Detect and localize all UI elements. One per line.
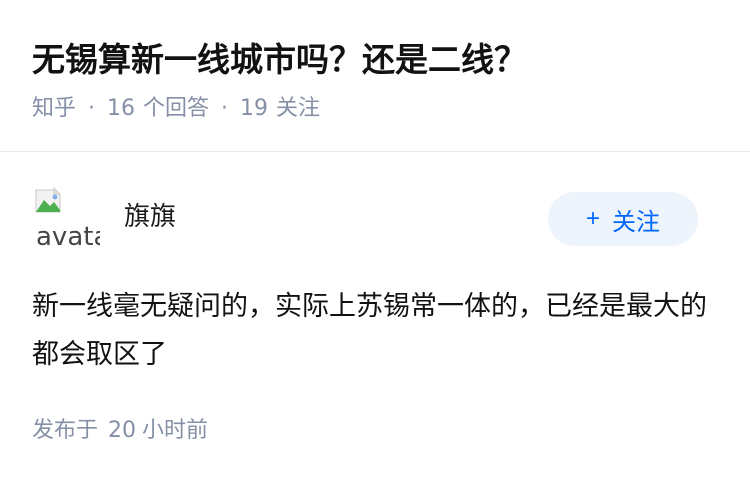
follow-button[interactable]: + 关注	[548, 192, 698, 246]
separator-dot: ·	[221, 96, 229, 121]
follower-count: 19 关注	[240, 96, 320, 121]
question-title[interactable]: 无锡算新一线城市吗？还是二线？	[32, 38, 527, 82]
follow-button-label: 关注	[612, 208, 660, 236]
answer-content[interactable]: 新一线毫无疑问的，实际上苏锡常一体的，已经是最大的都会取区了	[32, 283, 712, 379]
publish-time-value: 20	[108, 418, 137, 443]
avatar[interactable]: avatar	[32, 184, 100, 252]
separator-dot: ·	[88, 96, 96, 121]
divider	[0, 151, 750, 152]
author-row: avatar 旗旗 + 关注	[32, 184, 698, 254]
plus-icon: +	[585, 205, 600, 232]
follower-count-number: 19	[240, 96, 269, 121]
publish-time-suffix: 小时前	[142, 418, 209, 443]
avatar-alt-text: avatar	[36, 222, 100, 252]
author-name[interactable]: 旗旗	[124, 200, 176, 234]
publish-time-prefix: 发布于	[32, 418, 99, 443]
source-label[interactable]: 知乎	[32, 96, 76, 121]
answer-count[interactable]: 16 个回答	[107, 96, 209, 121]
publish-time: 发布于 20 小时前	[32, 416, 208, 446]
broken-image-icon	[35, 186, 61, 213]
follower-count-label: 关注	[276, 96, 321, 121]
question-meta: 知乎 · 16 个回答 · 19 关注	[32, 94, 320, 124]
answer-count-label: 个回答	[143, 96, 210, 121]
answer-count-number: 16	[107, 96, 136, 121]
